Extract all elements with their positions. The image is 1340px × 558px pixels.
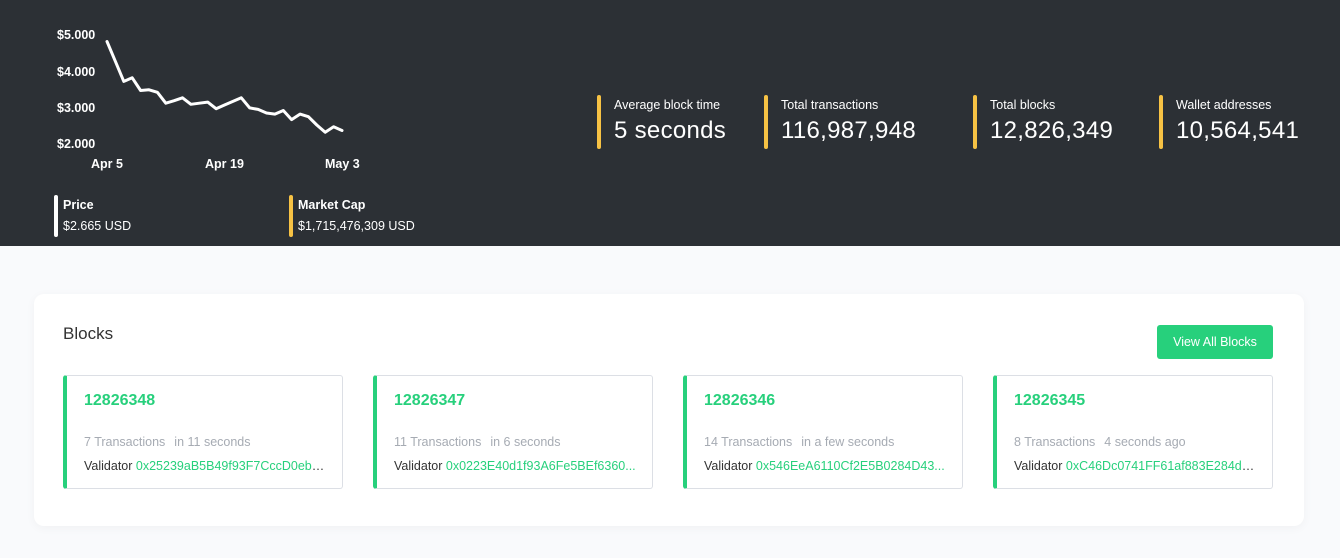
validator-label: Validator xyxy=(1014,459,1063,473)
block-transactions: 14 Transactions xyxy=(704,435,793,449)
block-number-link[interactable]: 12826347 xyxy=(394,392,652,410)
block-transactions: 11 Transactions xyxy=(394,435,482,449)
validator-label: Validator xyxy=(84,459,133,473)
block-tile[interactable]: 12826346 14 Transactions in a few seconds… xyxy=(683,375,963,489)
block-time: in 6 seconds xyxy=(490,435,561,449)
stat-wallet-addresses: Wallet addresses 10,564,541 xyxy=(1159,95,1299,149)
validator-address-link[interactable]: 0x0223E40d1f93A6Fe5BEf6360... xyxy=(446,459,636,473)
block-validator: Validator 0xC46Dc0741FF61af883E284da... xyxy=(1014,459,1259,473)
block-number-link[interactable]: 12826346 xyxy=(704,392,962,410)
price-tile: Price $2.665 USD xyxy=(54,195,132,237)
stat-total-blocks: Total blocks 12,826,349 xyxy=(973,95,1113,149)
block-validator: Validator 0x25239aB5B49f93F7CccD0ebE... xyxy=(84,459,329,473)
stat-value: 10,564,541 xyxy=(1176,117,1300,144)
block-tile[interactable]: 12826347 11 Transactions in 6 seconds Val… xyxy=(373,375,653,489)
validator-address-link[interactable]: 0x546EeA6110Cf2E5B0284D43... xyxy=(756,459,945,473)
block-validator: Validator 0x0223E40d1f93A6Fe5BEf6360... xyxy=(394,459,639,473)
stat-label: Total transactions xyxy=(781,98,879,112)
stat-bar xyxy=(1159,95,1163,149)
block-transactions: 7 Transactions xyxy=(84,435,166,449)
stat-label: Average block time xyxy=(614,98,721,112)
validator-address-link[interactable]: 0xC46Dc0741FF61af883E284da... xyxy=(1066,459,1259,473)
price-value: $2.665 USD xyxy=(63,219,132,233)
block-tile[interactable]: 12826348 7 Transactions in 11 seconds Val… xyxy=(63,375,343,489)
view-all-blocks-button[interactable]: View All Blocks xyxy=(1157,325,1273,359)
stat-value: 5 seconds xyxy=(614,117,727,144)
stat-bar xyxy=(597,95,601,149)
block-transactions: 8 Transactions xyxy=(1014,435,1096,449)
block-meta: 11 Transactions in 6 seconds xyxy=(394,435,652,449)
market-cap-tile-bar xyxy=(289,195,293,237)
price-label: Price xyxy=(63,198,94,212)
block-time: in a few seconds xyxy=(801,435,895,449)
block-meta: 14 Transactions in a few seconds xyxy=(704,435,962,449)
validator-address-link[interactable]: 0x25239aB5B49f93F7CccD0ebE... xyxy=(136,459,329,473)
block-number-link[interactable]: 12826345 xyxy=(1014,392,1272,410)
stat-average-block-time: Average block time 5 seconds xyxy=(597,95,726,149)
block-tile[interactable]: 12826345 8 Transactions 4 seconds ago Val… xyxy=(993,375,1273,489)
price-chart: $5.000 $4.000 $3.000 $2.000 Apr 5 Apr 19… xyxy=(0,0,380,180)
block-validator: Validator 0x546EeA6110Cf2E5B0284D43... xyxy=(704,459,949,473)
block-time: 4 seconds ago xyxy=(1104,435,1186,449)
validator-label: Validator xyxy=(394,459,443,473)
stat-value: 116,987,948 xyxy=(781,117,916,144)
block-time: in 11 seconds xyxy=(174,435,251,449)
stat-value: 12,826,349 xyxy=(990,117,1114,144)
stat-bar xyxy=(764,95,768,149)
price-tile-bar xyxy=(54,195,58,237)
blocks-title: Blocks xyxy=(63,324,114,343)
price-series-line xyxy=(105,40,344,134)
block-meta: 7 Transactions in 11 seconds xyxy=(84,435,342,449)
stat-label: Total blocks xyxy=(990,98,1056,112)
stat-label: Wallet addresses xyxy=(1176,98,1272,112)
dashboard-header: $5.000 $4.000 $3.000 $2.000 Apr 5 Apr 19… xyxy=(0,0,1340,246)
stat-bar xyxy=(973,95,977,149)
stat-total-transactions: Total transactions 116,987,948 xyxy=(764,95,916,149)
blocks-card: Blocks View All Blocks 12826348 7 Transa… xyxy=(34,294,1304,526)
block-meta: 8 Transactions 4 seconds ago xyxy=(1014,435,1272,449)
market-cap-tile: Market Cap $1,715,476,309 USD xyxy=(289,195,415,237)
price-line-plot xyxy=(105,40,344,134)
block-number-link[interactable]: 12826348 xyxy=(84,392,342,410)
market-cap-label: Market Cap xyxy=(298,198,366,212)
validator-label: Validator xyxy=(704,459,753,473)
market-cap-value: $1,715,476,309 USD xyxy=(298,219,415,233)
